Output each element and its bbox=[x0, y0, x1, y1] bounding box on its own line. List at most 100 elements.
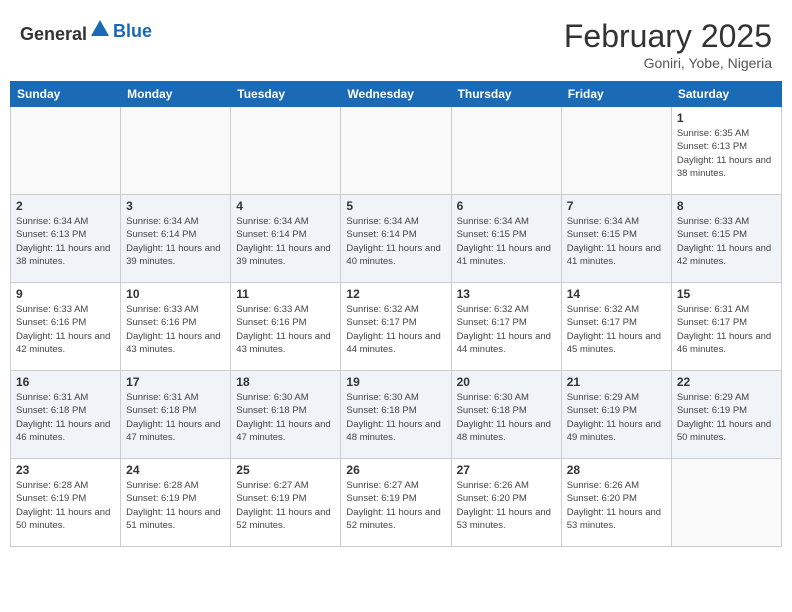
weekday-header: Saturday bbox=[671, 82, 781, 107]
calendar-day-cell: 11 Sunrise: 6:33 AM Sunset: 6:16 PM Dayli… bbox=[231, 283, 341, 371]
day-number: 18 bbox=[236, 375, 335, 389]
calendar-day-cell: 17Sunrise: 6:31 AM Sunset: 6:18 PM Dayli… bbox=[121, 371, 231, 459]
calendar-day-cell: 12 Sunrise: 6:32 AM Sunset: 6:17 PM Dayli… bbox=[341, 283, 451, 371]
calendar-table: SundayMondayTuesdayWednesdayThursdayFrid… bbox=[10, 81, 782, 547]
day-info: Sunrise: 6:34 AM Sunset: 6:15 PM Dayligh… bbox=[567, 215, 666, 268]
day-info: Sunrise: 6:30 AM Sunset: 6:18 PM Dayligh… bbox=[457, 391, 556, 444]
calendar-day-cell: 8 Sunrise: 6:33 AM Sunset: 6:15 PM Daylig… bbox=[671, 195, 781, 283]
calendar-day-cell bbox=[561, 107, 671, 195]
calendar-day-cell: 2 Sunrise: 6:34 AM Sunset: 6:13 PM Daylig… bbox=[11, 195, 121, 283]
logo-general: General bbox=[20, 24, 87, 44]
day-info: Sunrise: 6:30 AM Sunset: 6:18 PM Dayligh… bbox=[236, 391, 335, 444]
calendar-day-cell: 22Sunrise: 6:29 AM Sunset: 6:19 PM Dayli… bbox=[671, 371, 781, 459]
day-number: 11 bbox=[236, 287, 335, 301]
day-number: 2 bbox=[16, 199, 115, 213]
calendar-day-cell bbox=[231, 107, 341, 195]
day-number: 16 bbox=[16, 375, 115, 389]
calendar-day-cell: 7Sunrise: 6:34 AM Sunset: 6:15 PM Daylig… bbox=[561, 195, 671, 283]
calendar-day-cell: 27 Sunrise: 6:26 AM Sunset: 6:20 PM Dayli… bbox=[451, 459, 561, 547]
day-number: 25 bbox=[236, 463, 335, 477]
calendar-day-cell: 16 Sunrise: 6:31 AM Sunset: 6:18 PM Dayli… bbox=[11, 371, 121, 459]
day-info: Sunrise: 6:32 AM Sunset: 6:17 PM Dayligh… bbox=[346, 303, 445, 356]
calendar-week-row: 1 Sunrise: 6:35 AM Sunset: 6:13 PM Daylig… bbox=[11, 107, 782, 195]
calendar-day-cell: 5 Sunrise: 6:34 AM Sunset: 6:14 PM Daylig… bbox=[341, 195, 451, 283]
day-number: 22 bbox=[677, 375, 776, 389]
day-info: Sunrise: 6:30 AM Sunset: 6:18 PM Dayligh… bbox=[346, 391, 445, 444]
weekday-header-row: SundayMondayTuesdayWednesdayThursdayFrid… bbox=[11, 82, 782, 107]
title-area: February 2025 Goniri, Yobe, Nigeria bbox=[564, 18, 772, 71]
day-number: 27 bbox=[457, 463, 556, 477]
day-info: Sunrise: 6:28 AM Sunset: 6:19 PM Dayligh… bbox=[16, 479, 115, 532]
day-info: Sunrise: 6:34 AM Sunset: 6:15 PM Dayligh… bbox=[457, 215, 556, 268]
location: Goniri, Yobe, Nigeria bbox=[564, 55, 772, 71]
calendar-week-row: 9 Sunrise: 6:33 AM Sunset: 6:16 PM Daylig… bbox=[11, 283, 782, 371]
calendar-day-cell: 23 Sunrise: 6:28 AM Sunset: 6:19 PM Dayli… bbox=[11, 459, 121, 547]
day-number: 23 bbox=[16, 463, 115, 477]
day-info: Sunrise: 6:33 AM Sunset: 6:16 PM Dayligh… bbox=[126, 303, 225, 356]
day-number: 1 bbox=[677, 111, 776, 125]
logo: General Blue bbox=[20, 18, 152, 45]
calendar-week-row: 16 Sunrise: 6:31 AM Sunset: 6:18 PM Dayli… bbox=[11, 371, 782, 459]
calendar-day-cell: 20 Sunrise: 6:30 AM Sunset: 6:18 PM Dayli… bbox=[451, 371, 561, 459]
day-info: Sunrise: 6:34 AM Sunset: 6:14 PM Dayligh… bbox=[346, 215, 445, 268]
day-number: 10 bbox=[126, 287, 225, 301]
calendar-day-cell: 28Sunrise: 6:26 AM Sunset: 6:20 PM Dayli… bbox=[561, 459, 671, 547]
day-info: Sunrise: 6:26 AM Sunset: 6:20 PM Dayligh… bbox=[567, 479, 666, 532]
logo-icon bbox=[89, 18, 111, 40]
day-info: Sunrise: 6:33 AM Sunset: 6:16 PM Dayligh… bbox=[236, 303, 335, 356]
calendar-day-cell: 14 Sunrise: 6:32 AM Sunset: 6:17 PM Dayli… bbox=[561, 283, 671, 371]
day-number: 20 bbox=[457, 375, 556, 389]
day-info: Sunrise: 6:26 AM Sunset: 6:20 PM Dayligh… bbox=[457, 479, 556, 532]
calendar-day-cell: 21Sunrise: 6:29 AM Sunset: 6:19 PM Dayli… bbox=[561, 371, 671, 459]
calendar-week-row: 2 Sunrise: 6:34 AM Sunset: 6:13 PM Daylig… bbox=[11, 195, 782, 283]
logo-blue: Blue bbox=[113, 21, 152, 42]
day-info: Sunrise: 6:32 AM Sunset: 6:17 PM Dayligh… bbox=[567, 303, 666, 356]
day-info: Sunrise: 6:28 AM Sunset: 6:19 PM Dayligh… bbox=[126, 479, 225, 532]
day-info: Sunrise: 6:34 AM Sunset: 6:13 PM Dayligh… bbox=[16, 215, 115, 268]
weekday-header: Monday bbox=[121, 82, 231, 107]
weekday-header: Wednesday bbox=[341, 82, 451, 107]
day-info: Sunrise: 6:32 AM Sunset: 6:17 PM Dayligh… bbox=[457, 303, 556, 356]
page-header: General Blue February 2025 Goniri, Yobe,… bbox=[10, 10, 782, 77]
calendar-day-cell: 25Sunrise: 6:27 AM Sunset: 6:19 PM Dayli… bbox=[231, 459, 341, 547]
day-info: Sunrise: 6:31 AM Sunset: 6:17 PM Dayligh… bbox=[677, 303, 776, 356]
calendar-day-cell: 4 Sunrise: 6:34 AM Sunset: 6:14 PM Daylig… bbox=[231, 195, 341, 283]
weekday-header: Friday bbox=[561, 82, 671, 107]
day-info: Sunrise: 6:34 AM Sunset: 6:14 PM Dayligh… bbox=[236, 215, 335, 268]
day-number: 13 bbox=[457, 287, 556, 301]
day-number: 3 bbox=[126, 199, 225, 213]
calendar-day-cell: 1 Sunrise: 6:35 AM Sunset: 6:13 PM Daylig… bbox=[671, 107, 781, 195]
calendar-day-cell: 6 Sunrise: 6:34 AM Sunset: 6:15 PM Daylig… bbox=[451, 195, 561, 283]
calendar-day-cell: 10 Sunrise: 6:33 AM Sunset: 6:16 PM Dayli… bbox=[121, 283, 231, 371]
day-info: Sunrise: 6:31 AM Sunset: 6:18 PM Dayligh… bbox=[16, 391, 115, 444]
calendar-day-cell bbox=[121, 107, 231, 195]
day-number: 8 bbox=[677, 199, 776, 213]
calendar-day-cell: 19Sunrise: 6:30 AM Sunset: 6:18 PM Dayli… bbox=[341, 371, 451, 459]
month-title: February 2025 bbox=[564, 18, 772, 55]
day-info: Sunrise: 6:35 AM Sunset: 6:13 PM Dayligh… bbox=[677, 127, 776, 180]
calendar-day-cell bbox=[671, 459, 781, 547]
calendar-day-cell: 24 Sunrise: 6:28 AM Sunset: 6:19 PM Dayli… bbox=[121, 459, 231, 547]
day-info: Sunrise: 6:33 AM Sunset: 6:15 PM Dayligh… bbox=[677, 215, 776, 268]
day-info: Sunrise: 6:33 AM Sunset: 6:16 PM Dayligh… bbox=[16, 303, 115, 356]
day-info: Sunrise: 6:34 AM Sunset: 6:14 PM Dayligh… bbox=[126, 215, 225, 268]
day-number: 4 bbox=[236, 199, 335, 213]
calendar-day-cell bbox=[11, 107, 121, 195]
day-number: 26 bbox=[346, 463, 445, 477]
day-number: 5 bbox=[346, 199, 445, 213]
day-number: 14 bbox=[567, 287, 666, 301]
day-number: 24 bbox=[126, 463, 225, 477]
day-number: 12 bbox=[346, 287, 445, 301]
day-number: 21 bbox=[567, 375, 666, 389]
calendar-day-cell bbox=[451, 107, 561, 195]
weekday-header: Sunday bbox=[11, 82, 121, 107]
calendar-day-cell: 26Sunrise: 6:27 AM Sunset: 6:19 PM Dayli… bbox=[341, 459, 451, 547]
calendar-day-cell: 18 Sunrise: 6:30 AM Sunset: 6:18 PM Dayli… bbox=[231, 371, 341, 459]
day-number: 6 bbox=[457, 199, 556, 213]
calendar-day-cell: 15 Sunrise: 6:31 AM Sunset: 6:17 PM Dayli… bbox=[671, 283, 781, 371]
day-number: 9 bbox=[16, 287, 115, 301]
calendar-day-cell: 9 Sunrise: 6:33 AM Sunset: 6:16 PM Daylig… bbox=[11, 283, 121, 371]
day-number: 15 bbox=[677, 287, 776, 301]
calendar-week-row: 23 Sunrise: 6:28 AM Sunset: 6:19 PM Dayli… bbox=[11, 459, 782, 547]
calendar-day-cell bbox=[341, 107, 451, 195]
